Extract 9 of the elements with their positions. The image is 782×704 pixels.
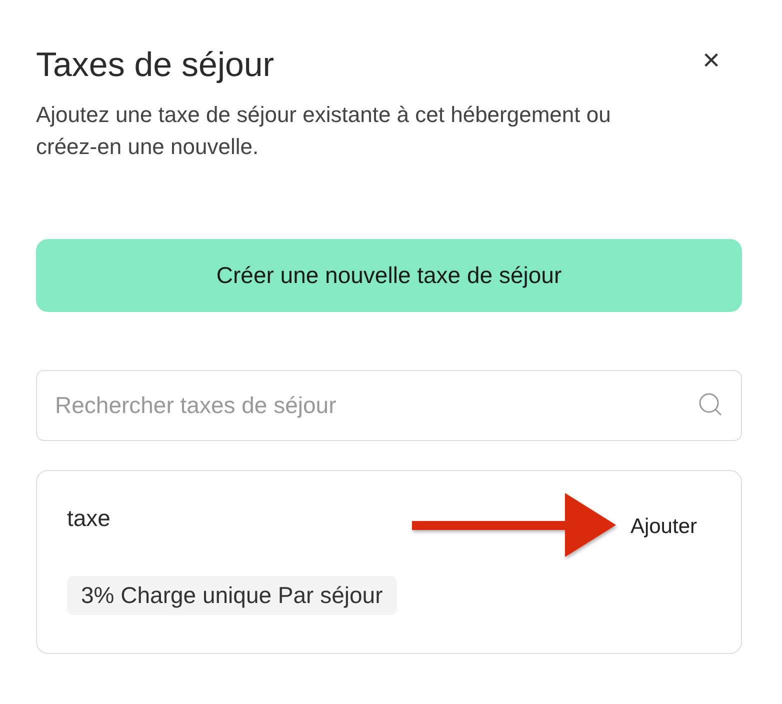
add-button[interactable]: Ajouter (626, 515, 711, 539)
tax-name: taxe (67, 505, 110, 532)
close-button[interactable]: × (702, 46, 720, 76)
search-icon (698, 392, 724, 418)
tax-tag: 3% Charge unique Par séjour (67, 576, 397, 615)
search-field[interactable]: Rechercher taxes de séjour (36, 370, 742, 441)
dialog-description: Ajoutez une taxe de séjour existante à cet hébergement ou créez-en une nouvelle. (36, 101, 612, 161)
dialog-title: Taxes de séjour (36, 46, 274, 85)
create-button[interactable]: Créer une nouvelle taxe de séjour (36, 239, 742, 312)
